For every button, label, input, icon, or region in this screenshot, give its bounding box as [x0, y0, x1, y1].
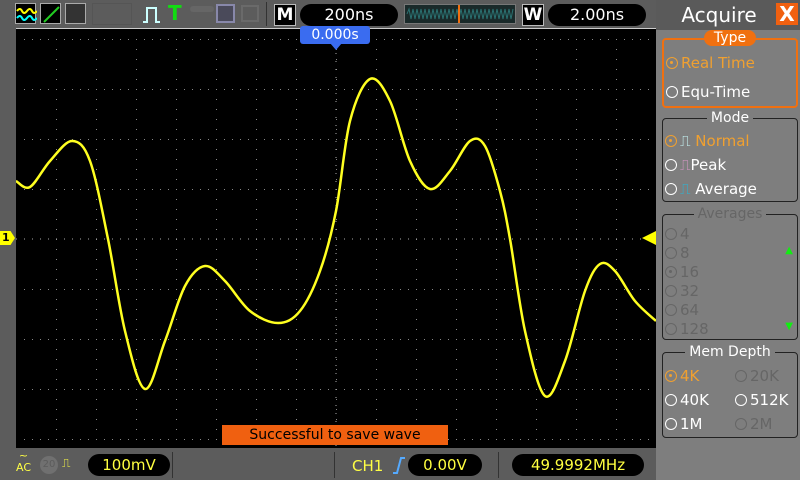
volts-per-div[interactable]: 100mV: [88, 454, 170, 476]
divider: [334, 452, 335, 478]
graticule: [15, 29, 657, 449]
save-disk-icon[interactable]: [216, 4, 235, 23]
trigger-level-marker-icon[interactable]: [642, 231, 656, 245]
mem-option-1m[interactable]: 1M: [665, 415, 703, 433]
mem-option-2m[interactable]: 2M: [735, 415, 773, 433]
waveform-display[interactable]: [15, 28, 657, 449]
scroll-up-icon[interactable]: ▲: [785, 245, 793, 256]
window-timebase-badge: W: [522, 4, 544, 26]
key-lock-icon[interactable]: [190, 6, 214, 12]
probe-icon: ⎍: [62, 456, 71, 470]
scroll-down-icon[interactable]: ▼: [785, 321, 793, 332]
mem-option-512k[interactable]: 512K: [735, 391, 788, 409]
averages-option-selected[interactable]: 16: [665, 263, 699, 281]
type-option-equ-time[interactable]: Equ-Time: [666, 83, 750, 101]
averages-option[interactable]: 8: [665, 244, 690, 262]
averages-group-label: Averages: [693, 206, 767, 222]
peak-pulse-icon: ⎍: [680, 156, 691, 174]
rising-edge-icon: [392, 456, 406, 478]
type-group: Type Real Time Equ-Time: [662, 30, 798, 108]
close-button[interactable]: X: [776, 3, 798, 25]
normal-pulse-icon: ⎍: [680, 132, 691, 150]
average-pulse-icon: ⎍: [680, 180, 691, 198]
mem-option-40k[interactable]: 40K: [665, 391, 709, 409]
bandwidth-limit-icon: 20: [40, 456, 58, 474]
trigger-mode-icon[interactable]: [142, 4, 162, 28]
acquire-menu-panel: Acquire X Type Real Time Equ-Time Mode ⎍…: [656, 0, 800, 480]
mode-option-average[interactable]: ⎍ Average: [665, 180, 757, 198]
math-line-icon[interactable]: [40, 3, 61, 24]
averages-option[interactable]: 32: [665, 282, 699, 300]
trigger-position-marker[interactable]: 0.000s: [300, 26, 370, 44]
mode-group: Mode ⎍ Normal ⎍Peak ⎍ Average: [662, 110, 798, 202]
channel-wave-icon[interactable]: [15, 3, 38, 24]
radio-selected-icon: [665, 135, 677, 147]
status-bar: ~ AC 20 ⎍ 100mV CH1 0.00V 49.9992MHz: [0, 448, 656, 480]
mode-option-peak[interactable]: ⎍Peak: [665, 156, 726, 174]
mem-option-4k[interactable]: 4K: [665, 367, 699, 385]
blank-slot: [92, 3, 132, 25]
memory-position-bar[interactable]: [404, 4, 516, 24]
ref-icon[interactable]: [65, 3, 86, 24]
trigger-level[interactable]: 0.00V: [408, 454, 482, 476]
status-toast: Successful to save wave: [222, 425, 448, 445]
printer-icon[interactable]: [241, 5, 259, 22]
mem-depth-group: Mem Depth 4K 20K 40K 512K 1M 2M: [662, 344, 798, 438]
trigger-t-icon[interactable]: T: [168, 1, 182, 25]
type-group-label: Type: [703, 30, 757, 46]
main-timebase-badge: M: [274, 4, 296, 26]
radio-icon: [666, 86, 678, 98]
divider: [498, 452, 499, 478]
radio-icon: [665, 183, 677, 195]
frequency-readout: 49.9992MHz: [512, 454, 644, 476]
averages-option[interactable]: 4: [665, 225, 690, 243]
top-toolbar: T M 200ns W 2.00ns: [0, 0, 656, 28]
mode-option-normal[interactable]: ⎍ Normal: [665, 132, 750, 150]
timebase-value[interactable]: 200ns: [300, 4, 398, 26]
averages-option[interactable]: 128: [665, 320, 709, 338]
radio-selected-icon: [666, 57, 678, 69]
mem-option-20k[interactable]: 20K: [735, 367, 779, 385]
mode-group-label: Mode: [706, 110, 754, 126]
averages-group: Averages 4 8 16 32 64 128 ▲ ▼: [662, 206, 798, 340]
mem-depth-group-label: Mem Depth: [685, 344, 775, 360]
radio-icon: [665, 159, 677, 171]
coupling-ac-icon: ~ AC: [16, 449, 32, 474]
channel1-ground-marker[interactable]: 1: [0, 231, 15, 245]
averages-option[interactable]: 64: [665, 301, 699, 319]
trigger-position-arrow-icon: [330, 43, 342, 50]
window-timebase-value[interactable]: 2.00ns: [548, 4, 646, 26]
divider: [172, 452, 173, 478]
trigger-source: CH1: [352, 457, 384, 475]
type-option-real-time[interactable]: Real Time: [666, 54, 755, 72]
coupling-label: AC: [16, 461, 32, 474]
divider: [266, 2, 267, 26]
